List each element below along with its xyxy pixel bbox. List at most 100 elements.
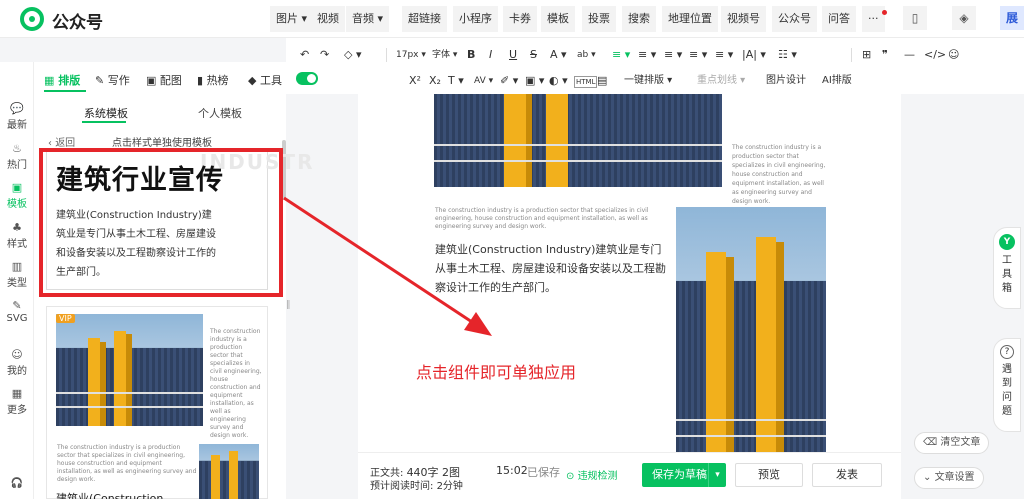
superscript-button[interactable]: X² <box>409 73 421 89</box>
subtab-system-templates[interactable]: 系统模板 <box>84 105 128 121</box>
code-icon[interactable]: </> <box>924 47 946 63</box>
insert-audio-button[interactable]: 音频 ▾ <box>346 6 390 32</box>
ai-layout-button[interactable]: AI排版 <box>822 73 852 89</box>
nav-svg[interactable]: ✎ SVG <box>0 299 34 324</box>
more-grid-icon: ▦ <box>11 387 23 400</box>
toolbox-button[interactable]: Y 工具箱 <box>993 227 1021 309</box>
nav-mine[interactable]: ☺ 我的 <box>0 348 34 377</box>
panel-hint: 点击样式单独使用模板 <box>112 138 212 149</box>
active-tab-indicator <box>44 90 86 92</box>
color-button[interactable]: ◐ ▾ <box>549 73 568 89</box>
key-underline-button[interactable]: 重点划线 ▾ <box>697 73 745 89</box>
more-button[interactable]: ··· <box>862 6 885 32</box>
picture-icon: ▣ <box>146 74 160 87</box>
strikethrough-button[interactable]: S <box>530 47 537 63</box>
briefcase-icon[interactable]: ▤ <box>597 73 607 89</box>
highlight-box <box>39 148 283 297</box>
insert-miniprogram-button[interactable]: 小程序 <box>453 6 498 32</box>
underline-button[interactable]: U <box>509 47 517 63</box>
align-center-button[interactable]: ≡ ▾ <box>638 47 656 63</box>
one-click-layout-button[interactable]: 一键排版 ▾ <box>624 73 672 89</box>
table-icon[interactable]: ⊞ <box>862 47 871 63</box>
font-color-button[interactable]: A ▾ <box>550 47 567 63</box>
user-icon: ☺ <box>11 348 23 361</box>
line-height-button[interactable]: ≡ ▾ <box>689 47 707 63</box>
insert-qa-button[interactable]: 问答 <box>822 6 856 32</box>
insert-video-button[interactable]: 视频 <box>311 6 345 32</box>
subscript-button[interactable]: X₂ <box>429 73 441 89</box>
insert-search-button[interactable]: 搜索 <box>622 6 656 32</box>
tab-layout[interactable]: ▦ 排版 <box>44 72 80 88</box>
back-link[interactable]: ‹ 返回 <box>48 134 75 149</box>
tab-trending[interactable]: ▮ 热榜 <box>197 72 229 88</box>
notify-dot <box>882 10 887 15</box>
question-icon: ? <box>1000 345 1014 359</box>
bold-button[interactable]: B <box>467 47 475 63</box>
nav-templates[interactable]: ▣ 模板 <box>0 181 34 210</box>
insert-location-button[interactable]: 地理位置 <box>662 6 718 32</box>
card-photo <box>56 314 203 426</box>
brush-button[interactable]: ✐ ▾ <box>500 73 518 89</box>
grid-icon: ▦ <box>44 74 59 87</box>
quote-icon[interactable]: ❞ <box>882 47 888 63</box>
image-design-button[interactable]: 图片设计 <box>766 73 806 89</box>
font-family-select[interactable]: 字体 ▾ <box>432 47 457 63</box>
logo-icon <box>20 7 44 31</box>
svg-icon: ✎ <box>12 299 22 312</box>
nav-hot[interactable]: ♨ 热门 <box>0 142 34 171</box>
kerning-button[interactable]: AV ▾ <box>474 73 493 89</box>
align-left-button[interactable]: ≡ ▾ <box>612 47 630 63</box>
subtab-personal-templates[interactable]: 个人模板 <box>198 105 242 121</box>
insert-link-button[interactable]: 超链接 <box>402 6 447 32</box>
publish-button[interactable]: 发表 <box>812 463 882 487</box>
avatar-icon[interactable]: 展 <box>1000 6 1024 30</box>
template-icon: ▣ <box>11 181 23 194</box>
panel-toggle[interactable] <box>296 72 318 85</box>
clear-article-button[interactable]: ⌫ 清空文章 <box>914 432 990 454</box>
paragraph-spacing-button[interactable]: ≡ ▾ <box>715 47 733 63</box>
list-button[interactable]: ☷ ▾ <box>778 47 797 63</box>
italic-button[interactable]: I <box>489 47 492 63</box>
format-painter-icon[interactable]: ◇ ▾ <box>344 47 361 63</box>
chat-icon: 💬 <box>10 102 24 115</box>
toolbox-icon: Y <box>999 234 1015 250</box>
insert-channels-button[interactable]: 视频号 <box>721 6 766 32</box>
flame-icon: ♨ <box>12 142 22 155</box>
save-time: 15:02 <box>496 464 528 477</box>
text-transform-button[interactable]: T ▾ <box>448 73 464 89</box>
font-size-select[interactable]: 17px ▾ <box>396 47 426 63</box>
shield-icon[interactable]: ◈ <box>952 6 976 30</box>
caret-down-icon[interactable]: ▾ <box>708 463 726 487</box>
insert-coupon-button[interactable]: 卡券 <box>503 6 537 32</box>
html-button[interactable]: HTML <box>574 76 598 88</box>
insert-account-button[interactable]: 公众号 <box>772 6 817 32</box>
letter-spacing-button[interactable]: |A| ▾ <box>742 47 766 63</box>
image-button[interactable]: ▣ ▾ <box>525 73 544 89</box>
resize-handle[interactable]: ‖ <box>286 300 291 310</box>
indent-button[interactable]: ≡ ▾ <box>664 47 682 63</box>
nav-latest[interactable]: 💬 最新 <box>0 102 34 131</box>
insert-template-button[interactable]: 模板 <box>541 6 575 32</box>
tab-writing[interactable]: ✎ 写作 <box>95 72 130 88</box>
tab-images[interactable]: ▣ 配图 <box>146 72 182 88</box>
violation-check-link[interactable]: ⊙ 违规检测 <box>566 467 618 482</box>
article-caption-mid: The construction industry is a productio… <box>435 207 649 230</box>
nav-styles[interactable]: ♣ 样式 <box>0 221 34 250</box>
divider-icon[interactable]: — <box>904 47 915 63</box>
highlight-button[interactable]: ab ▾ <box>577 47 596 63</box>
undo-icon[interactable]: ↶ <box>300 47 309 63</box>
insert-vote-button[interactable]: 投票 <box>582 6 616 32</box>
nav-types[interactable]: ▥ 类型 <box>0 260 34 289</box>
nav-more[interactable]: ▦ 更多 <box>0 387 34 416</box>
insert-image-button[interactable]: 图片 ▾ <box>270 6 314 32</box>
emoji-icon[interactable]: ☺ <box>948 47 959 63</box>
article-settings-button[interactable]: ⌄ 文章设置 <box>914 467 984 489</box>
phone-preview-icon[interactable]: ▯ <box>903 6 927 30</box>
tab-tools[interactable]: ◆ 工具 <box>248 72 282 88</box>
support-headset-icon[interactable]: 🎧 <box>0 478 34 489</box>
trash-icon: ⌫ <box>923 437 941 448</box>
redo-icon[interactable]: ↷ <box>320 47 329 63</box>
help-button[interactable]: ? 遇到问题 <box>993 338 1021 432</box>
preview-button[interactable]: 预览 <box>735 463 803 487</box>
save-draft-button[interactable]: 保存为草稿 ▾ <box>642 463 726 487</box>
